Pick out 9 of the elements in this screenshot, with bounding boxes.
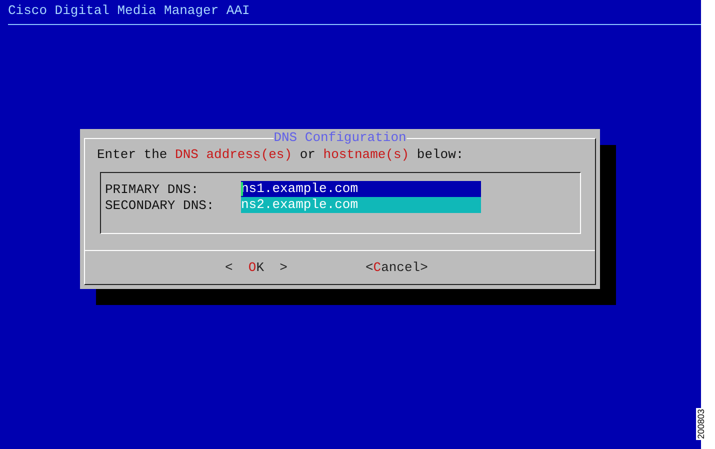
figure-number: 200803 xyxy=(696,408,706,440)
dialog-title: DNS Configuration xyxy=(274,130,406,146)
prompt-text: Enter the DNS address(es) or hostname(s) below: xyxy=(97,147,465,162)
app-title: Cisco Digital Media Manager AAI xyxy=(8,3,250,18)
dialog-button[interactable]: < OK > xyxy=(225,260,288,275)
field-label: SECONDARY DNS: xyxy=(105,198,216,212)
input-field[interactable]: ns1.example.com xyxy=(241,181,481,197)
dialog-button[interactable]: <Cancel> xyxy=(365,260,428,275)
field-label: PRIMARY DNS: xyxy=(105,182,200,196)
